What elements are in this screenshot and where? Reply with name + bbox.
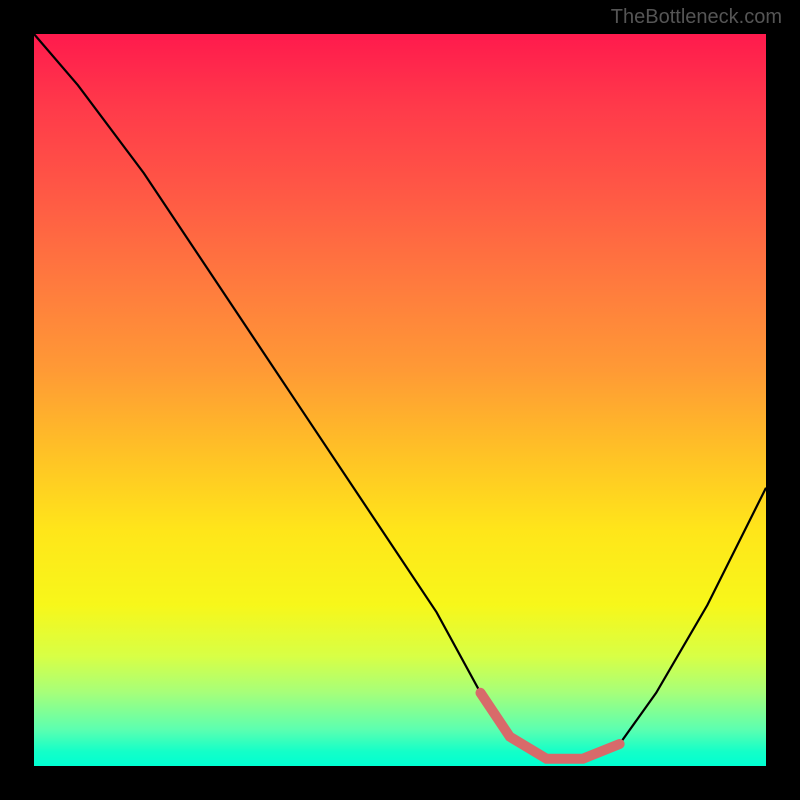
bottleneck-curve-line — [34, 34, 766, 759]
chart-plot-area — [34, 34, 766, 766]
optimal-band-highlight-line — [481, 693, 620, 759]
watermark-text: TheBottleneck.com — [611, 6, 782, 29]
chart-svg — [34, 34, 766, 766]
